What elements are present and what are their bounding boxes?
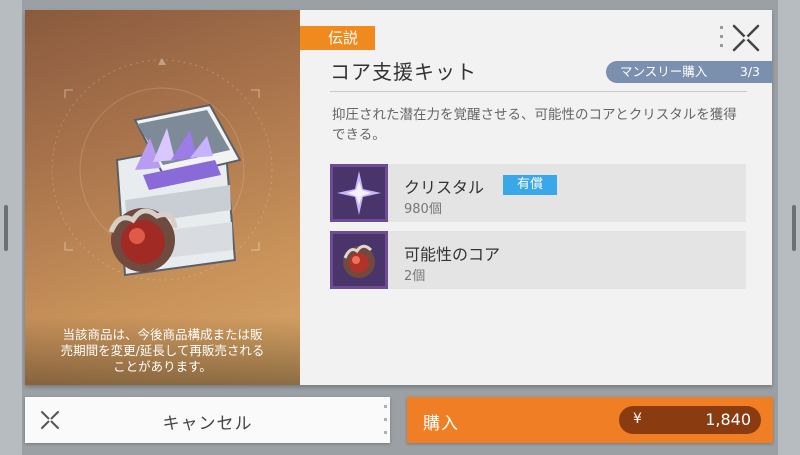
buy-label: 購入	[423, 414, 459, 434]
title-divider	[330, 91, 747, 92]
price-pill: ¥ 1,840	[619, 406, 761, 434]
resale-notice: 当該商品は、今後商品構成または販 売期間を変更/延長して再販売される ことがあり…	[25, 317, 300, 385]
right-edge	[778, 0, 800, 455]
item-name: 可能性のコア	[404, 245, 501, 264]
cancel-label: キャンセル	[162, 414, 253, 434]
core-icon	[330, 231, 388, 289]
monthly-limit-label: マンスリー購入	[620, 64, 708, 79]
list-item-crystal[interactable]: クリスタル 有償 980個	[330, 164, 746, 222]
paid-badge: 有償	[503, 175, 557, 195]
left-edge	[0, 0, 22, 455]
cancel-divider-dots	[384, 405, 387, 434]
crystal-icon	[330, 164, 388, 222]
right-edge-handle	[792, 205, 796, 251]
product-artwork: 当該商品は、今後商品構成または販 売期間を変更/延長して再販売される ことがあり…	[25, 10, 300, 385]
item-name: クリスタル	[404, 178, 485, 197]
product-title: コア支援キット	[330, 60, 477, 84]
list-item-core[interactable]: 可能性のコア 2個	[330, 231, 746, 289]
left-edge-handle	[4, 205, 8, 251]
currency-symbol: ¥	[633, 411, 642, 427]
monthly-limit-count: 3/3	[739, 64, 760, 79]
item-quantity: 2個	[404, 269, 426, 284]
monthly-limit-badge: マンスリー購入 3/3	[606, 61, 772, 83]
close-divider-dots	[720, 26, 723, 47]
rarity-tag: 伝説	[300, 26, 375, 50]
price-amount: 1,840	[705, 410, 751, 429]
product-description: 抑圧された潜在力を覚醒させる、可能性のコアとクリスタルを獲得できる。	[332, 107, 737, 143]
item-quantity: 980個	[404, 202, 442, 217]
close-icon[interactable]	[730, 22, 762, 54]
buy-button[interactable]: 購入 ¥ 1,840	[407, 397, 773, 443]
cancel-button[interactable]: キャンセル	[25, 397, 390, 443]
product-dialog: 当該商品は、今後商品構成または販 売期間を変更/延長して再販売される ことがあり…	[25, 10, 772, 385]
